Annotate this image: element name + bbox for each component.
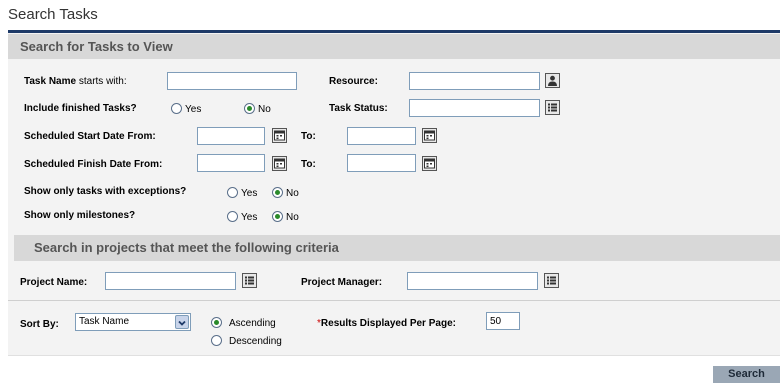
calendar-icon[interactable] [272, 128, 287, 143]
task-name-label: Task Name starts with: [24, 76, 127, 87]
person-lookup-icon[interactable] [545, 73, 560, 88]
scheduled-start-label: Scheduled Start Date From: [24, 131, 156, 142]
task-name-input[interactable] [167, 72, 297, 90]
project-manager-input[interactable] [407, 272, 538, 290]
calendar-icon[interactable] [422, 156, 437, 171]
list-lookup-icon[interactable] [545, 100, 560, 115]
exceptions-no-label: No [286, 188, 299, 199]
milestones-no-radio[interactable] [272, 211, 283, 222]
exceptions-label: Show only tasks with exceptions? [24, 186, 187, 197]
resource-input[interactable] [409, 72, 540, 90]
scheduled-finish-to-label: To: [301, 159, 316, 170]
sort-descending-radio[interactable] [211, 335, 222, 346]
milestones-yes-label: Yes [241, 212, 258, 223]
section-divider [8, 300, 780, 301]
section-header-projects: Search in projects that meet the followi… [14, 235, 780, 261]
task-status-label: Task Status: [329, 103, 388, 114]
resource-label: Resource: [329, 76, 378, 87]
scheduled-start-to-input[interactable] [347, 127, 416, 145]
results-per-page-input[interactable] [486, 312, 520, 330]
milestones-yes-radio[interactable] [227, 211, 238, 222]
project-manager-label: Project Manager: [301, 277, 383, 288]
scheduled-start-to-label: To: [301, 131, 316, 142]
project-name-label: Project Name: [20, 277, 88, 288]
sort-by-value: Task Name [79, 316, 130, 327]
calendar-icon[interactable] [422, 128, 437, 143]
scheduled-start-from-input[interactable] [197, 127, 265, 145]
list-lookup-icon[interactable] [544, 273, 559, 288]
scheduled-finish-label: Scheduled Finish Date From: [24, 159, 163, 170]
page-title: Search Tasks [8, 6, 98, 23]
include-finished-no-radio[interactable] [244, 103, 255, 114]
milestones-no-label: No [286, 212, 299, 223]
section-header-tasks: Search for Tasks to View [8, 34, 780, 59]
exceptions-no-radio[interactable] [272, 187, 283, 198]
sort-descending-label: Descending [229, 336, 282, 347]
exceptions-yes-radio[interactable] [227, 187, 238, 198]
sort-by-select[interactable]: Task Name [75, 313, 191, 331]
exceptions-yes-label: Yes [241, 188, 258, 199]
list-lookup-icon[interactable] [242, 273, 257, 288]
project-name-input[interactable] [105, 272, 236, 290]
results-per-page-label: *Results Displayed Per Page: [317, 318, 456, 329]
include-finished-no-label: No [258, 104, 271, 115]
scheduled-finish-from-input[interactable] [197, 154, 265, 172]
calendar-icon[interactable] [272, 156, 287, 171]
sort-ascending-radio[interactable] [211, 317, 222, 328]
include-finished-label: Include finished Tasks? [24, 103, 137, 114]
task-status-input[interactable] [409, 99, 540, 117]
search-button[interactable]: Search [713, 366, 780, 383]
milestones-label: Show only milestones? [24, 210, 136, 221]
scheduled-finish-to-input[interactable] [347, 154, 416, 172]
chevron-down-icon[interactable] [175, 315, 189, 329]
sort-by-label: Sort By: [20, 319, 59, 330]
sort-ascending-label: Ascending [229, 318, 276, 329]
include-finished-yes-radio[interactable] [171, 103, 182, 114]
include-finished-yes-label: Yes [185, 104, 202, 115]
